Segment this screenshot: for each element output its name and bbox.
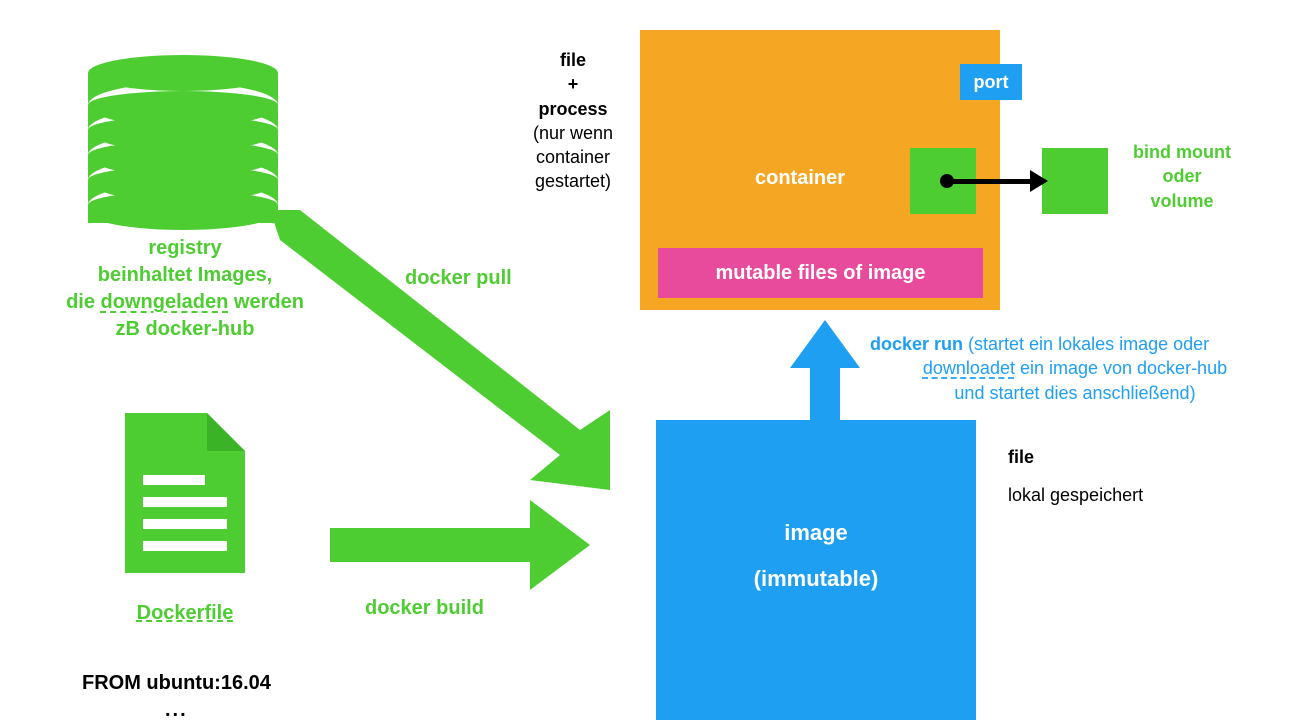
image-label-l1: image <box>784 520 848 546</box>
port-label: port <box>974 72 1009 93</box>
image-label-l2: (immutable) <box>754 566 879 592</box>
docker-pull-label: docker pull <box>405 265 512 292</box>
docker-pull-arrow <box>270 210 640 520</box>
container-label: container <box>755 165 845 192</box>
mutable-files-bar: mutable files of image <box>658 248 983 298</box>
dockerfile-caption: Dockerfile <box>120 600 250 627</box>
dockerfile-code-dots: ... <box>165 697 188 724</box>
mount-arrow <box>940 172 1050 192</box>
mount-target-square <box>1042 148 1108 214</box>
dockerfile-code-from: FROM ubuntu:16.04 <box>82 670 271 697</box>
registry-database-icon <box>88 55 278 230</box>
image-side-label: file lokal gespeichert <box>1008 445 1228 508</box>
mutable-files-label: mutable files of image <box>715 262 925 285</box>
dockerfile-icon <box>125 413 245 573</box>
container-side-label: file + process (nur wenn container gesta… <box>508 48 638 194</box>
mount-label: bind mount oder volume <box>1112 140 1252 213</box>
docker-build-label: docker build <box>365 595 484 622</box>
docker-run-label: docker run (startet ein lokales image od… <box>870 332 1280 405</box>
port-box: port <box>960 64 1022 100</box>
image-box: image (immutable) <box>656 420 976 720</box>
docker-run-arrow <box>790 320 880 420</box>
